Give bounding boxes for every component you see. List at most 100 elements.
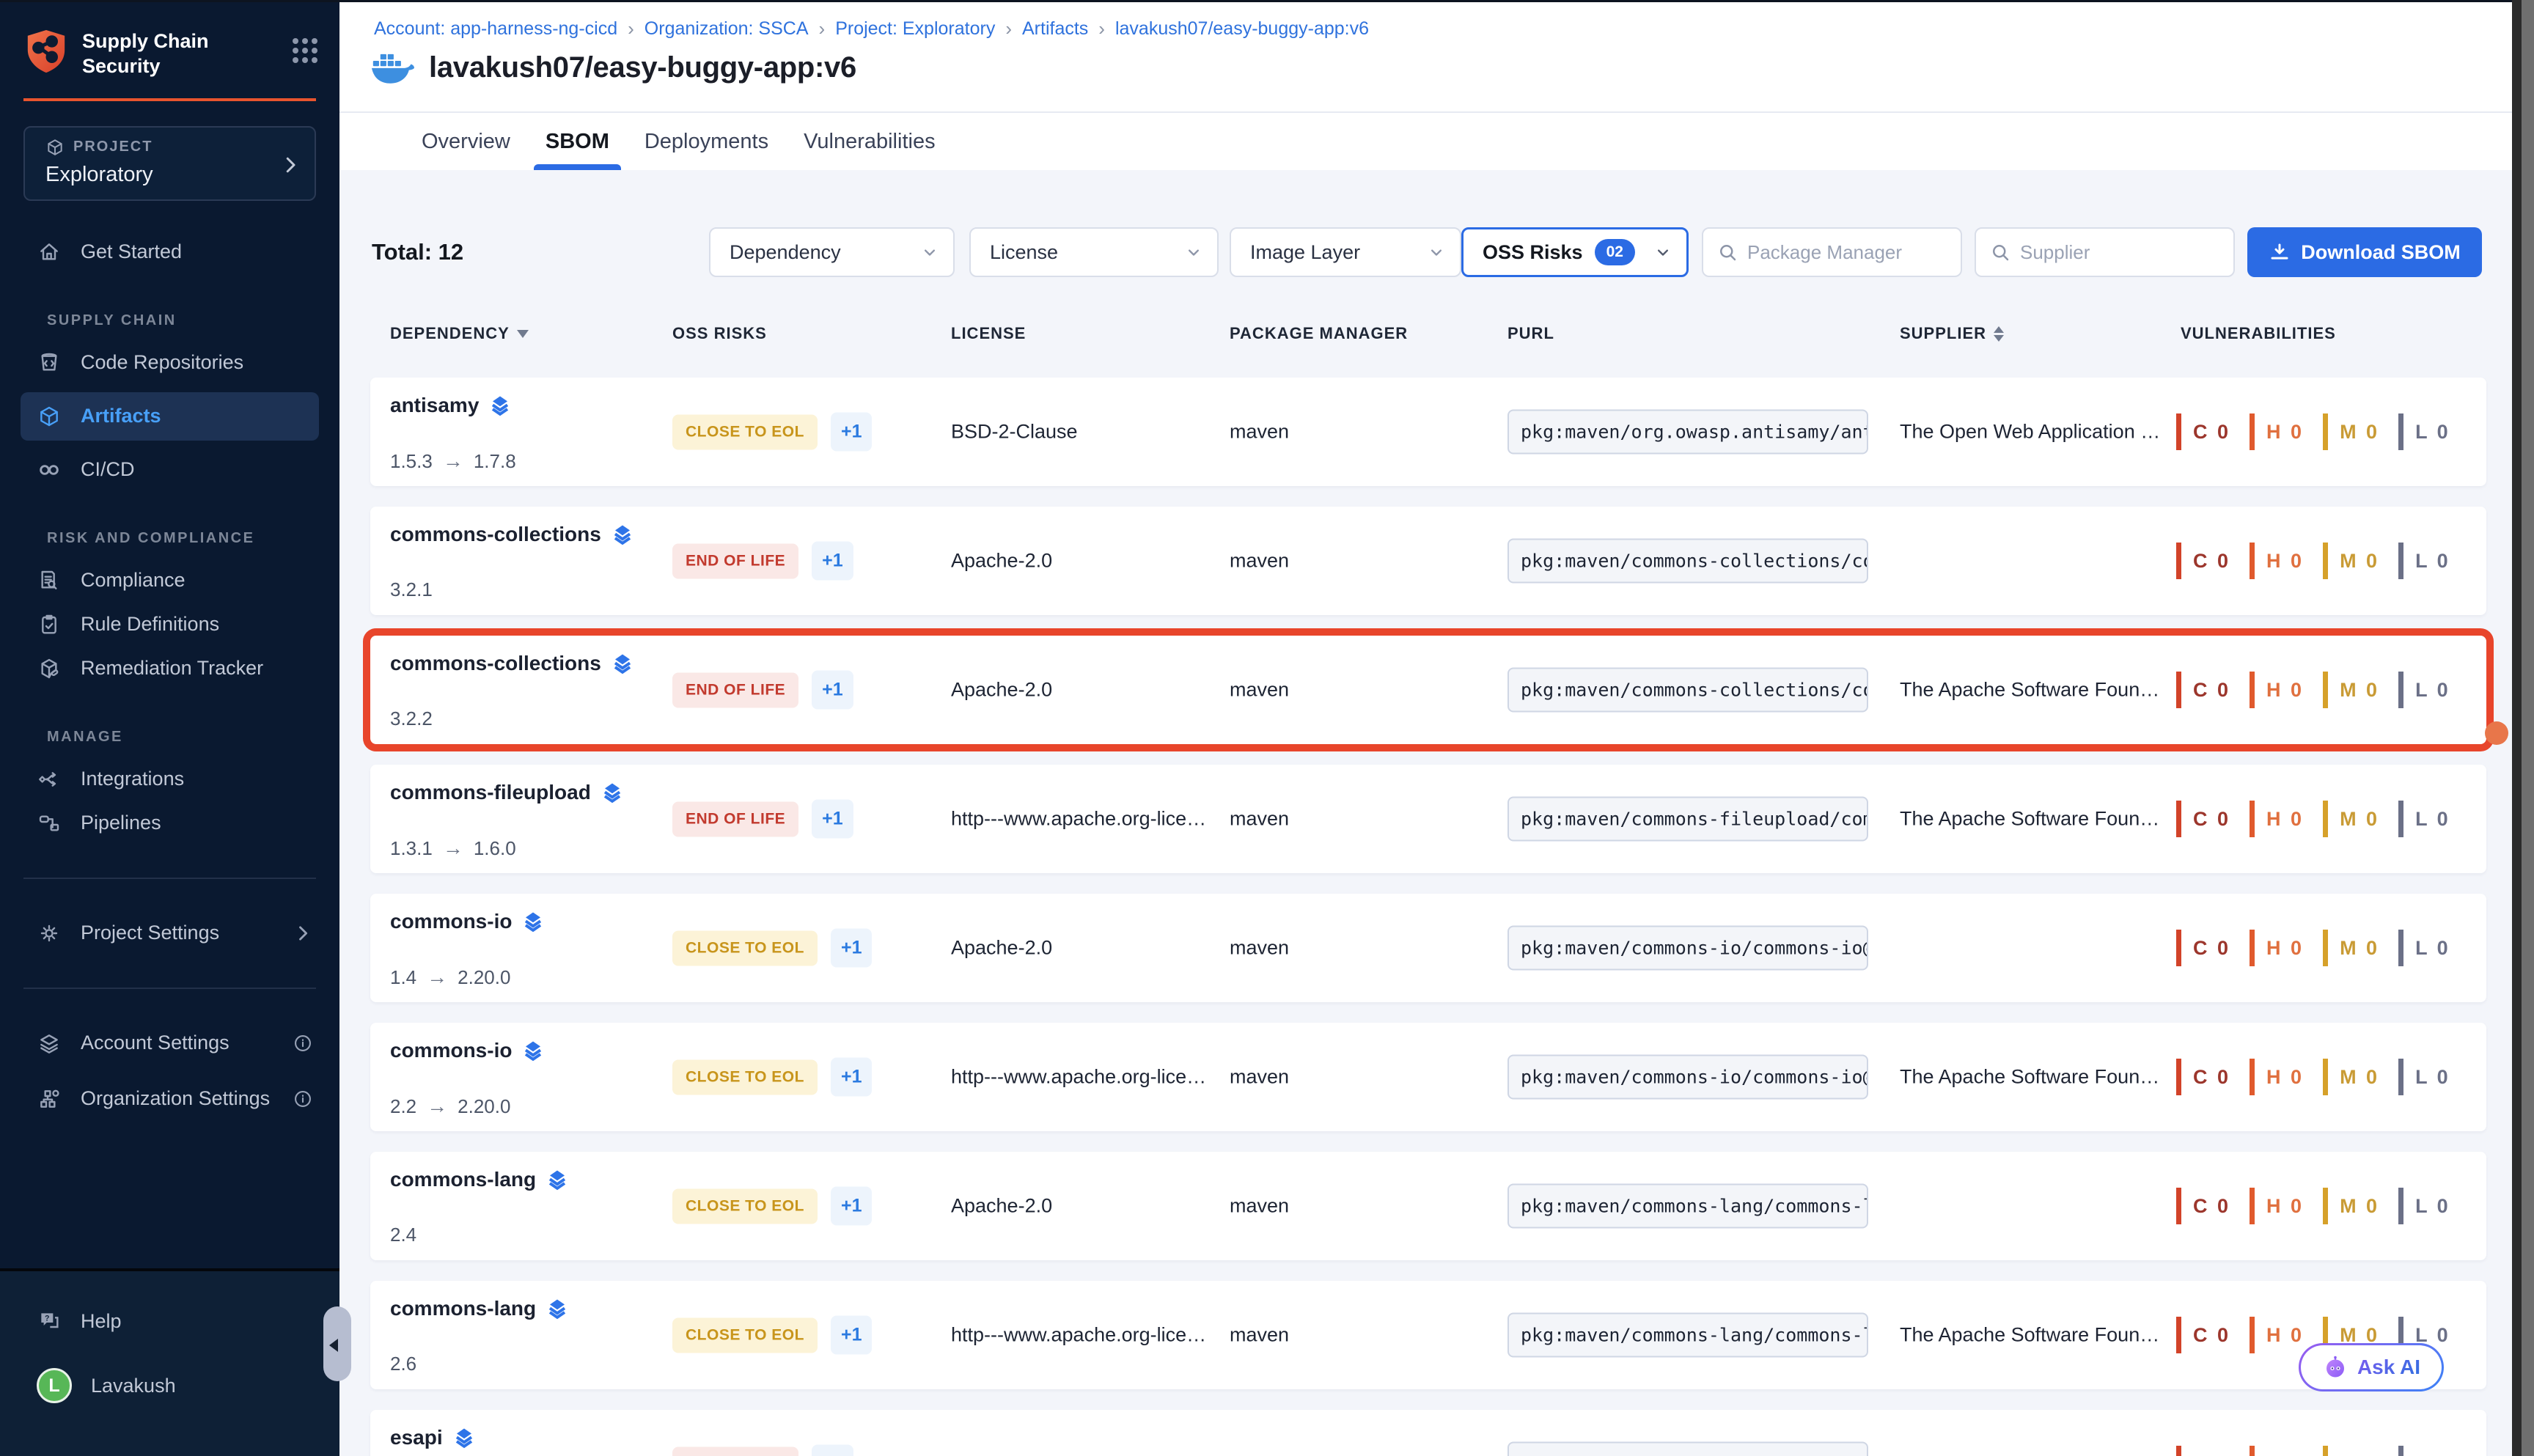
table-row-highlighted[interactable]: commons-collections 3.2.2 END OF LIFE+1 … <box>370 636 2486 744</box>
license-cell: BSD-2-Clause <box>951 421 1078 444</box>
image-layer-filter-select[interactable]: Image Layer <box>1230 227 1461 277</box>
download-icon <box>2269 241 2291 263</box>
tab-sbom[interactable]: SBOM <box>546 113 609 170</box>
medium-count: M 0 <box>2323 801 2379 837</box>
purl-chip[interactable]: pkg:maven/commons-fileupload/com… <box>1507 797 1868 842</box>
purl-chip[interactable]: pkg:maven/commons-io/commons-io@… <box>1507 926 1868 971</box>
product-title: Supply Chain Security <box>82 28 243 79</box>
column-supplier[interactable]: SUPPLIER <box>1900 324 2004 343</box>
table-row[interactable]: commons-io 1.4→2.20.0 CLOSE TO EOL+1 Apa… <box>370 894 2486 1002</box>
current-version: 2.4 <box>390 1224 416 1246</box>
sidebar-item-pipelines[interactable]: Pipelines <box>0 801 339 845</box>
home-icon <box>37 240 62 264</box>
sidebar-item-integrations[interactable]: Integrations <box>0 757 339 801</box>
scrollbar-thumb[interactable] <box>2522 0 2534 1456</box>
license-cell: BSD, Creative Commons … <box>951 1453 1197 1456</box>
sidebar-item-project-settings[interactable]: Project Settings <box>0 911 339 955</box>
supplier-search <box>1975 227 2235 277</box>
oss-risk-more-badge[interactable]: +1 <box>831 1058 873 1097</box>
info-icon[interactable] <box>293 1033 313 1054</box>
download-sbom-button[interactable]: Download SBOM <box>2247 227 2482 277</box>
oss-risk-more-badge[interactable]: +1 <box>812 542 853 581</box>
sidebar-collapse-handle[interactable] <box>323 1306 351 1381</box>
high-count: H 0 <box>2250 1188 2304 1224</box>
sort-both-icon[interactable] <box>1994 326 2004 342</box>
purl-chip[interactable]: pkg:maven/commons-collections/co… <box>1507 668 1868 713</box>
sidebar-item-compliance[interactable]: Compliance <box>0 559 339 603</box>
purl-chip[interactable]: pkg:maven/commons-io/commons-io@… <box>1507 1055 1868 1100</box>
layers-icon <box>489 394 511 416</box>
project-selector[interactable]: PROJECT Exploratory <box>23 126 316 201</box>
license-filter-select[interactable]: License <box>969 227 1219 277</box>
table-row[interactable]: antisamy 1.5.3→1.7.8 CLOSE TO EOL+1 BSD-… <box>370 378 2486 486</box>
layers-icon <box>612 652 634 674</box>
medium-count: M 0 <box>2323 1446 2379 1456</box>
docker-icon <box>372 50 414 85</box>
oss-risk-more-badge[interactable]: +1 <box>812 1445 853 1456</box>
low-count: L 0 <box>2398 543 2450 579</box>
tab-deployments[interactable]: Deployments <box>644 113 768 170</box>
sidebar-item-help[interactable]: ? Help <box>0 1299 339 1343</box>
purl-chip[interactable]: pkg:maven/commons-collections/co… <box>1507 539 1868 584</box>
user-menu[interactable]: L Lavakush <box>0 1364 339 1408</box>
supplier-cell: The Apache Software Foun… <box>1900 1066 2159 1089</box>
table-row[interactable]: commons-lang 2.4 CLOSE TO EOL+1 Apache-2… <box>370 1152 2486 1260</box>
sidebar-item-cicd[interactable]: CI/CD <box>0 448 339 492</box>
oss-risk-badge: CLOSE TO EOL <box>672 930 818 966</box>
gear-icon <box>37 922 62 945</box>
sort-desc-icon[interactable] <box>517 330 529 338</box>
sidebar-item-code-repositories[interactable]: Code Repositories <box>0 341 339 385</box>
tab-overview[interactable]: Overview <box>422 113 510 170</box>
oss-risk-more-badge[interactable]: +1 <box>831 929 873 968</box>
oss-risk-more-badge[interactable]: +1 <box>831 413 873 452</box>
oss-risks-filter-select[interactable]: OSS Risks 02 <box>1461 227 1689 277</box>
table-row[interactable]: esapi END OF LIFE+1 BSD, Creative Common… <box>370 1410 2486 1456</box>
breadcrumb-artifacts[interactable]: Artifacts <box>1022 18 1088 40</box>
breadcrumb-organization[interactable]: Organization: SSCA <box>644 18 809 40</box>
sidebar: Supply Chain Security PROJECT Explorator… <box>0 0 339 1456</box>
purl-chip[interactable]: pkg:maven/commons-lang/commons-l… <box>1507 1184 1868 1229</box>
package-manager-cell: maven <box>1230 679 1289 702</box>
critical-count: C 0 <box>2176 1317 2230 1353</box>
sidebar-item-account-settings[interactable]: Account Settings <box>0 1021 339 1065</box>
oss-risk-more-badge[interactable]: +1 <box>831 1187 873 1226</box>
dependency-filter-select[interactable]: Dependency <box>709 227 955 277</box>
sidebar-item-remediation-tracker[interactable]: Remediation Tracker <box>0 647 339 691</box>
purl-chip[interactable]: pkg:maven/org.owasp.antisamy/ant… <box>1507 410 1868 455</box>
oss-risk-more-badge[interactable]: +1 <box>812 800 853 839</box>
tab-vulnerabilities[interactable]: Vulnerabilities <box>804 113 935 170</box>
table-row[interactable]: commons-fileupload 1.3.1→1.6.0 END OF LI… <box>370 765 2486 873</box>
column-dependency[interactable]: DEPENDENCY <box>390 324 529 343</box>
dependency-name: commons-fileupload <box>390 781 591 804</box>
high-count: H 0 <box>2250 801 2304 837</box>
purl-chip[interactable]: pkg:maven/commons-lang/commons-l… <box>1507 1313 1868 1358</box>
project-cube-icon <box>45 138 65 157</box>
sidebar-item-artifacts[interactable]: Artifacts <box>21 392 319 441</box>
oss-risk-more-badge[interactable]: +1 <box>812 671 853 710</box>
breadcrumb-project[interactable]: Project: Exploratory <box>835 18 995 40</box>
medium-count: M 0 <box>2323 413 2379 450</box>
table-row[interactable]: commons-lang 2.6 CLOSE TO EOL+1 http---w… <box>370 1281 2486 1389</box>
breadcrumb-account[interactable]: Account: app-harness-ng-cicd <box>374 18 617 40</box>
vulnerability-counts: C 0 H 0 M 0 L 0 <box>2176 672 2450 708</box>
purl-chip[interactable]: pkg:maven/org.owasp.esapi/esapi@… <box>1507 1442 1868 1456</box>
critical-count: C 0 <box>2176 672 2230 708</box>
oss-risk-more-badge[interactable]: +1 <box>831 1316 873 1355</box>
sidebar-item-rule-definitions[interactable]: Rule Definitions <box>0 603 339 647</box>
high-count: H 0 <box>2250 1059 2304 1095</box>
ask-ai-button[interactable]: Ask AI <box>2299 1343 2444 1391</box>
table-row[interactable]: commons-collections 3.2.1 END OF LIFE+1 … <box>370 507 2486 615</box>
table-row[interactable]: commons-io 2.2→2.20.0 CLOSE TO EOL+1 htt… <box>370 1023 2486 1131</box>
sidebar-item-get-started[interactable]: Get Started <box>0 230 339 274</box>
search-icon <box>1716 241 1738 263</box>
supplier-search-input[interactable] <box>2020 241 2203 264</box>
info-icon[interactable] <box>293 1089 313 1109</box>
sidebar-item-organization-settings[interactable]: Organization Settings <box>0 1077 339 1121</box>
breadcrumb-artifact-name[interactable]: lavakush07/easy-buggy-app:v6 <box>1115 18 1369 40</box>
package-manager-cell: maven <box>1230 808 1289 831</box>
package-manager-cell: maven <box>1230 1324 1289 1347</box>
upgrade-version: 1.7.8 <box>474 450 516 473</box>
app-switcher-icon[interactable] <box>293 38 317 63</box>
package-manager-search-input[interactable] <box>1747 241 1931 264</box>
dependency-name: commons-lang <box>390 1297 536 1320</box>
